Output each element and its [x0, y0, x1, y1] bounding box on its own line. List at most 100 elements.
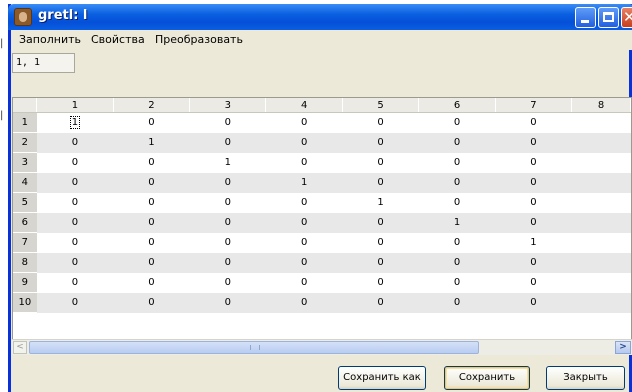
matrix-cell[interactable]: 1: [342, 192, 419, 213]
matrix-cell[interactable]: 0: [265, 112, 343, 133]
matrix-cell[interactable]: 0: [495, 292, 572, 313]
matrix-cell[interactable]: 0: [36, 152, 114, 173]
column-header[interactable]: 1: [36, 98, 114, 113]
matrix-cell[interactable]: 0: [265, 252, 343, 273]
column-header[interactable]: 8: [571, 98, 631, 113]
matrix-cell[interactable]: 0: [113, 232, 190, 253]
matrix-cell[interactable]: 0: [189, 112, 266, 133]
matrix-cell[interactable]: 0: [418, 292, 496, 313]
matrix-cell[interactable]: 0: [495, 132, 572, 153]
save-button[interactable]: Сохранить: [444, 366, 530, 390]
row-header[interactable]: 4: [13, 172, 37, 193]
matrix-cell-partial[interactable]: [571, 192, 631, 213]
matrix-cell[interactable]: 0: [265, 232, 343, 253]
column-header[interactable]: 4: [265, 98, 343, 113]
close-button[interactable]: Закрыть: [546, 366, 625, 390]
row-header[interactable]: 5: [13, 192, 37, 213]
matrix-cell[interactable]: 1: [36, 112, 114, 133]
matrix-cell[interactable]: 0: [418, 192, 496, 213]
matrix-cell-partial[interactable]: [571, 172, 631, 193]
matrix-cell-partial[interactable]: [571, 132, 631, 153]
matrix-cell[interactable]: 1: [113, 132, 190, 153]
matrix-cell[interactable]: 0: [36, 292, 114, 313]
matrix-cell[interactable]: 1: [418, 212, 496, 233]
matrix-cell[interactable]: 0: [342, 112, 419, 133]
matrix-cell[interactable]: 0: [418, 272, 496, 293]
matrix-cell[interactable]: 0: [113, 172, 190, 193]
matrix-cell[interactable]: 0: [36, 252, 114, 273]
matrix-cell[interactable]: 0: [418, 172, 496, 193]
column-header[interactable]: 5: [342, 98, 420, 113]
maximize-button[interactable]: [598, 7, 619, 28]
scroll-thumb[interactable]: [29, 341, 479, 354]
matrix-cell[interactable]: 0: [113, 292, 190, 313]
matrix-cell[interactable]: 0: [189, 212, 266, 233]
matrix-cell[interactable]: 0: [265, 212, 343, 233]
matrix-cell-partial[interactable]: [571, 152, 631, 173]
matrix-cell[interactable]: 0: [495, 112, 572, 133]
matrix-cell[interactable]: 0: [189, 272, 266, 293]
matrix-cell[interactable]: 1: [495, 232, 572, 253]
matrix-cell[interactable]: 0: [495, 212, 572, 233]
column-header[interactable]: 6: [418, 98, 496, 113]
row-header[interactable]: 6: [13, 212, 37, 233]
matrix-cell[interactable]: 0: [418, 232, 496, 253]
title-bar[interactable]: gretl: l ✕: [8, 4, 632, 30]
matrix-cell[interactable]: 0: [342, 272, 419, 293]
row-header[interactable]: 1: [13, 112, 37, 133]
matrix-cell[interactable]: 0: [36, 132, 114, 153]
matrix-cell[interactable]: 0: [189, 172, 266, 193]
column-header[interactable]: 7: [495, 98, 573, 113]
matrix-cell[interactable]: 0: [189, 232, 266, 253]
matrix-cell[interactable]: 0: [113, 212, 190, 233]
row-header[interactable]: 10: [13, 292, 37, 313]
matrix-cell[interactable]: 0: [342, 232, 419, 253]
row-header[interactable]: 7: [13, 232, 37, 253]
matrix-cell-partial[interactable]: [571, 272, 631, 293]
minimize-button[interactable]: [575, 7, 596, 28]
matrix-cell[interactable]: 0: [342, 172, 419, 193]
matrix-cell[interactable]: 0: [113, 152, 190, 173]
matrix-cell[interactable]: 0: [36, 232, 114, 253]
matrix-cell[interactable]: 0: [418, 252, 496, 273]
matrix-cell[interactable]: 0: [36, 192, 114, 213]
matrix-cell[interactable]: 0: [113, 272, 190, 293]
matrix-cell[interactable]: 0: [113, 252, 190, 273]
matrix-cell[interactable]: 0: [189, 252, 266, 273]
matrix-cell[interactable]: 0: [342, 152, 419, 173]
matrix-cell[interactable]: 0: [342, 212, 419, 233]
menu-transform[interactable]: Преобразовать: [155, 33, 243, 46]
matrix-cell[interactable]: 0: [265, 152, 343, 173]
close-window-button[interactable]: ✕: [621, 7, 632, 28]
matrix-cell[interactable]: 0: [189, 292, 266, 313]
matrix-cell[interactable]: 0: [36, 272, 114, 293]
matrix-cell[interactable]: 0: [495, 252, 572, 273]
matrix-cell[interactable]: 0: [418, 112, 496, 133]
matrix-cell[interactable]: 0: [113, 192, 190, 213]
matrix-cell[interactable]: 0: [418, 152, 496, 173]
matrix-cell-partial[interactable]: [571, 112, 631, 133]
row-header[interactable]: 9: [13, 272, 37, 293]
matrix-cell-partial[interactable]: [571, 232, 631, 253]
row-header[interactable]: 2: [13, 132, 37, 153]
matrix-cell[interactable]: 0: [495, 192, 572, 213]
matrix-cell[interactable]: 0: [342, 132, 419, 153]
column-header[interactable]: 3: [189, 98, 267, 113]
scroll-right-button[interactable]: >: [615, 341, 631, 354]
menu-properties[interactable]: Свойства: [91, 33, 145, 46]
matrix-cell[interactable]: 1: [265, 172, 343, 193]
matrix-cell[interactable]: 0: [265, 272, 343, 293]
save-as-button[interactable]: Сохранить как: [338, 366, 426, 390]
matrix-cell[interactable]: 0: [189, 132, 266, 153]
matrix-cell-partial[interactable]: [571, 252, 631, 273]
matrix-cell[interactable]: 0: [342, 292, 419, 313]
matrix-cell[interactable]: 0: [36, 172, 114, 193]
row-header[interactable]: 8: [13, 252, 37, 273]
matrix-cell[interactable]: 0: [189, 192, 266, 213]
cell-reference-field[interactable]: 1, 1: [12, 53, 75, 73]
matrix-cell[interactable]: 0: [342, 252, 419, 273]
menu-fill[interactable]: Заполнить: [19, 33, 81, 46]
matrix-cell-partial[interactable]: [571, 212, 631, 233]
scroll-left-button[interactable]: <: [13, 341, 27, 354]
matrix-cell[interactable]: 0: [495, 272, 572, 293]
